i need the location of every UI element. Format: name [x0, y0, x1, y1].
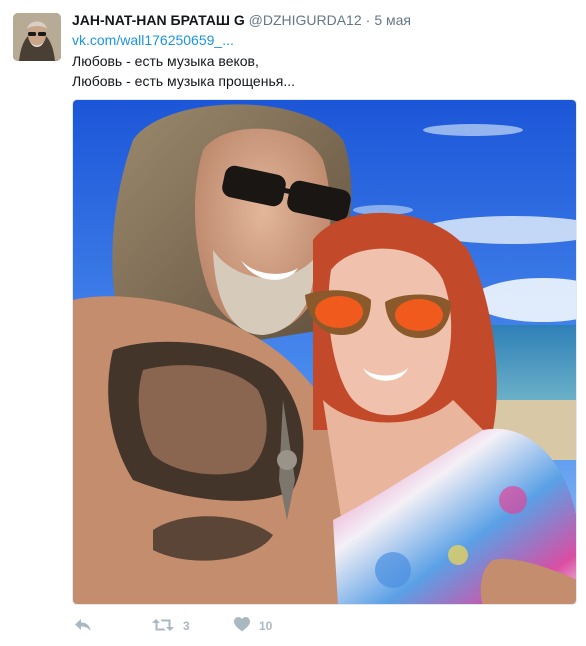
retweet-icon: [152, 617, 174, 636]
like-count: 10: [259, 619, 273, 633]
heart-icon: [234, 617, 250, 635]
tweet-timestamp[interactable]: 5 мая: [374, 12, 411, 28]
retweet-count: 3: [183, 619, 190, 633]
tweet-link[interactable]: vk.com/wall176250659_...: [72, 31, 234, 49]
header-separator: ·: [365, 12, 371, 28]
reply-icon: [74, 617, 92, 636]
tweet: JAH-NAT-HAN БРАТАШ G @DZHIGURDA12 · 5 мая …: [0, 0, 586, 646]
avatar[interactable]: [13, 13, 61, 61]
author-handle[interactable]: @DZHIGURDA12: [249, 12, 362, 28]
author-fullname[interactable]: JAH-NAT-HAN БРАТАШ G: [72, 12, 245, 28]
retweet-button[interactable]: 3: [152, 614, 190, 638]
tweet-actions: 3 10: [72, 614, 492, 638]
tweet-text-line: Любовь - есть музыка прощенья...: [72, 73, 295, 89]
tweet-header: JAH-NAT-HAN БРАТАШ G @DZHIGURDA12 · 5 мая: [72, 11, 576, 29]
tweet-text-line: Любовь - есть музыка веков,: [72, 53, 259, 69]
tweet-photo[interactable]: [72, 99, 577, 605]
like-button[interactable]: 10: [234, 614, 272, 638]
reply-button[interactable]: [74, 614, 92, 638]
